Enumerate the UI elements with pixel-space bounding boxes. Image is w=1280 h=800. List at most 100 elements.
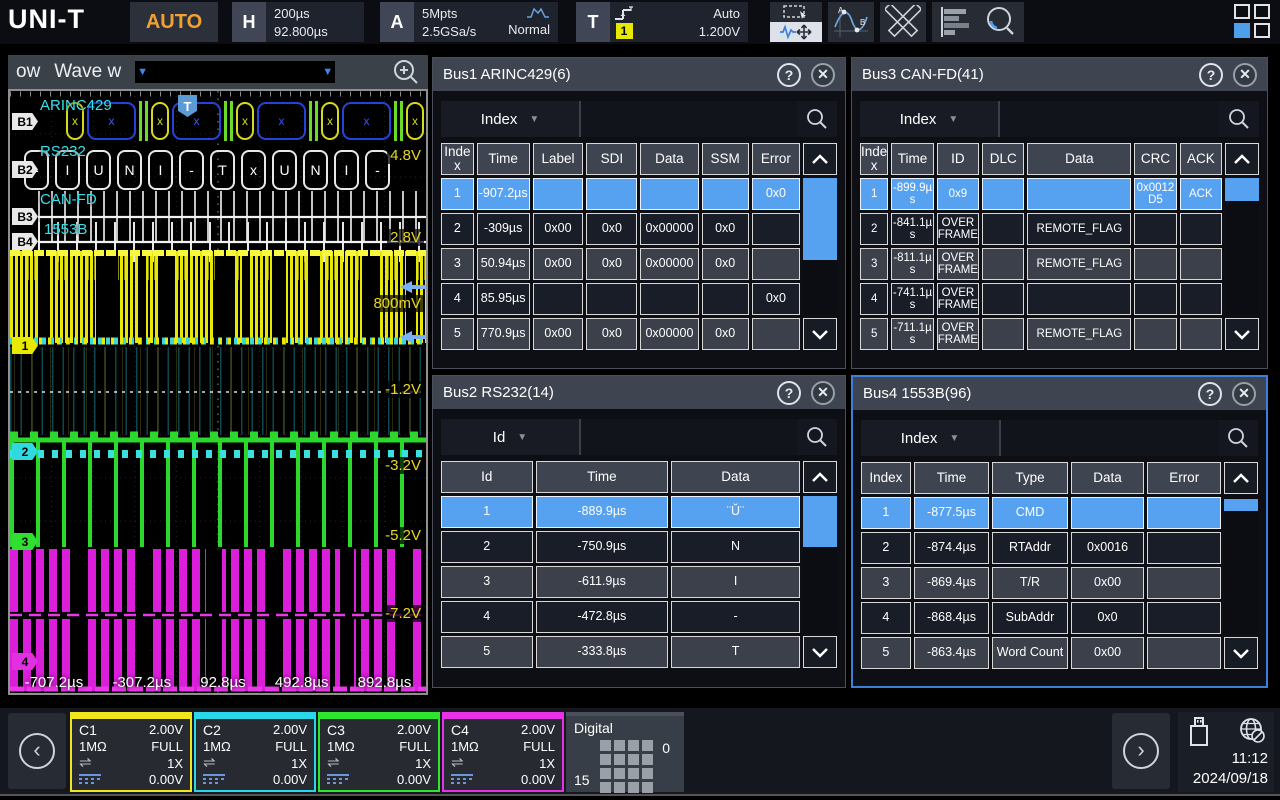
table-cell: 0x0 <box>702 248 749 280</box>
search-button[interactable] <box>797 101 837 137</box>
table-row[interactable]: 1-907.2µs0x0 <box>441 178 800 210</box>
column-header: Time <box>536 461 669 493</box>
table-row[interactable]: 1-889.9µs¨Ǔ¨ <box>441 496 800 528</box>
svg-text:A: A <box>838 6 844 15</box>
table-row[interactable]: 3-811.1µsOVER FRAMEREMOTE_FLAG <box>860 248 1222 280</box>
scroll-up-button[interactable] <box>803 143 837 175</box>
scrollbar-thumb[interactable] <box>803 496 837 547</box>
scrollbar-track[interactable] <box>1225 178 1259 315</box>
sample-rate: 2.5GSa/s <box>422 24 476 39</box>
table-cell: ACK <box>1180 178 1222 210</box>
scroll-down-button[interactable] <box>803 636 837 668</box>
window-layout-button[interactable] <box>1234 4 1272 40</box>
scroll-up-button[interactable] <box>1225 143 1259 175</box>
search-tool[interactable] <box>978 2 1024 42</box>
trigger-settings-block[interactable]: T 1 Auto 1.200V <box>576 2 748 42</box>
panel-header[interactable]: Bus2 RS232(14) ? ✕ <box>433 376 845 409</box>
search-field-dropdown[interactable]: Index ▼ <box>441 101 581 137</box>
scroll-down-button[interactable] <box>1225 318 1259 350</box>
scroll-channels-right-button[interactable]: › <box>1112 713 1170 789</box>
table-row[interactable]: 2-750.9µsN <box>441 531 800 563</box>
waveform-display[interactable]: T ARINC429 RS232 CAN-FD 1553B B1 B2 B3 B… <box>8 89 428 695</box>
help-icon[interactable]: ? <box>1198 382 1222 406</box>
wave-view-dropdown[interactable]: ▼ ▼ <box>135 61 335 83</box>
table-row[interactable]: 5-711.1µsOVER FRAMEREMOTE_FLAG <box>860 318 1222 350</box>
bus-frame: x <box>321 102 339 140</box>
panel-header[interactable]: Bus3 CAN-FD(41) ? ✕ <box>852 58 1267 91</box>
help-icon[interactable]: ? <box>1199 63 1223 87</box>
channel-card[interactable]: C12.00V 1MΩFULL ⇌1X 0.00V <box>70 712 192 792</box>
scroll-up-button[interactable] <box>803 461 837 493</box>
table-cell: 2 <box>441 531 533 563</box>
decode-table-wrap: IndexTimeLabelSDIDataSSMError1-907.2µs0x… <box>441 143 837 350</box>
scrollbar-thumb[interactable] <box>1225 178 1259 201</box>
close-icon[interactable]: ✕ <box>811 381 835 405</box>
cursor-ab-tool[interactable]: AB <box>828 2 874 42</box>
search-button[interactable] <box>1219 101 1259 137</box>
close-icon[interactable]: ✕ <box>1232 382 1256 406</box>
channel-probe: 1X <box>291 756 307 771</box>
horizontal-settings-block[interactable]: H 200µs 92.800µs <box>232 2 364 42</box>
help-icon[interactable]: ? <box>777 63 801 87</box>
table-row[interactable]: 4-472.8µs- <box>441 601 800 633</box>
table-row[interactable]: 5-333.8µsT <box>441 636 800 668</box>
search-field-dropdown[interactable]: Index ▼ <box>860 101 1000 137</box>
scrollbar-track[interactable] <box>1224 497 1258 634</box>
table-row[interactable]: 2-841.1µsOVER FRAMEREMOTE_FLAG <box>860 213 1222 245</box>
scrollbar-thumb[interactable] <box>1224 499 1258 511</box>
scroll-up-button[interactable] <box>1224 462 1258 494</box>
panel-header[interactable]: Bus1 ARINC429(6) ? ✕ <box>433 58 845 91</box>
search-field-dropdown[interactable]: Index ▼ <box>861 420 1001 456</box>
scrollbar-track[interactable] <box>803 496 837 633</box>
table-row[interactable]: 4-868.4µsSubAddr0x0 <box>861 602 1221 634</box>
acquire-settings-block[interactable]: A 5Mpts 2.5GSa/s Normal <box>380 2 558 42</box>
search-input[interactable] <box>581 419 797 455</box>
measure-tool[interactable] <box>880 2 926 42</box>
search-input[interactable] <box>581 101 797 137</box>
channel-card[interactable]: C42.00V 1MΩFULL ⇌1X 0.00V <box>442 712 564 792</box>
table-row[interactable]: 4-741.1µsOVER FRAME <box>860 283 1222 315</box>
channel-impedance: 1MΩ <box>327 739 355 754</box>
close-icon[interactable]: ✕ <box>811 63 835 87</box>
zoom-magnifier-icon[interactable] <box>392 58 420 86</box>
decode-list-tool[interactable] <box>932 2 978 42</box>
table-row[interactable]: 5770.9µs0x000x00x000000x0 <box>441 318 800 350</box>
table-cell <box>702 283 749 315</box>
close-icon[interactable]: ✕ <box>1233 63 1257 87</box>
search-field-dropdown[interactable]: Id ▼ <box>441 419 581 455</box>
channel-card[interactable]: C22.00V 1MΩFULL ⇌1X 0.00V <box>194 712 316 792</box>
table-row[interactable]: 3-869.4µsT/R0x00 <box>861 567 1221 599</box>
scroll-down-button[interactable] <box>1224 637 1258 669</box>
scroll-channels-left-button[interactable]: ‹ <box>8 713 66 789</box>
panel-header[interactable]: Bus4 1553B(96) ? ✕ <box>853 377 1266 410</box>
table-row[interactable]: 2-874.4µsRTAddr0x0016 <box>861 532 1221 564</box>
digital-channels-card[interactable]: Digital 0 15 <box>566 712 684 792</box>
table-row[interactable]: 1-877.5µsCMD <box>861 497 1221 529</box>
table-cell <box>1134 213 1176 245</box>
table-row[interactable]: 1-899.9µs0x90x0012D5ACK <box>860 178 1222 210</box>
dropdown-arrow-icon: ▼ <box>529 114 539 125</box>
timebase-scale: 200µs <box>274 6 328 21</box>
table-row[interactable]: 485.95µs0x0 <box>441 283 800 315</box>
search-row: Index ▼ <box>441 101 837 137</box>
search-input[interactable] <box>1000 101 1219 137</box>
channel-card[interactable]: C32.00V 1MΩFULL ⇌1X 0.00V <box>318 712 440 792</box>
scrollbar-thumb[interactable] <box>803 178 837 260</box>
help-icon[interactable]: ? <box>777 381 801 405</box>
search-input[interactable] <box>1001 420 1218 456</box>
level-label-4: -1.2V <box>382 381 424 398</box>
table-row[interactable]: 2-309µs0x000x00x000000x0 <box>441 213 800 245</box>
search-button[interactable] <box>1218 420 1258 456</box>
table-scrollbar <box>803 143 837 350</box>
run-state-button[interactable]: AUTO <box>130 2 218 42</box>
table-row[interactable]: 3-611.9µsI <box>441 566 800 598</box>
table-row[interactable]: 5-863.4µsWord Count0x00 <box>861 637 1221 669</box>
search-button[interactable] <box>797 419 837 455</box>
table-row[interactable]: 350.94µs0x000x00x000000x0 <box>441 248 800 280</box>
scrollbar-track[interactable] <box>803 178 837 315</box>
waveform-move-tool-active[interactable] <box>770 22 822 42</box>
scroll-down-button[interactable] <box>803 318 837 350</box>
channel-id: C4 <box>451 722 469 738</box>
marquee-select-tool[interactable] <box>770 2 822 22</box>
channel-impedance: 1MΩ <box>451 739 479 754</box>
